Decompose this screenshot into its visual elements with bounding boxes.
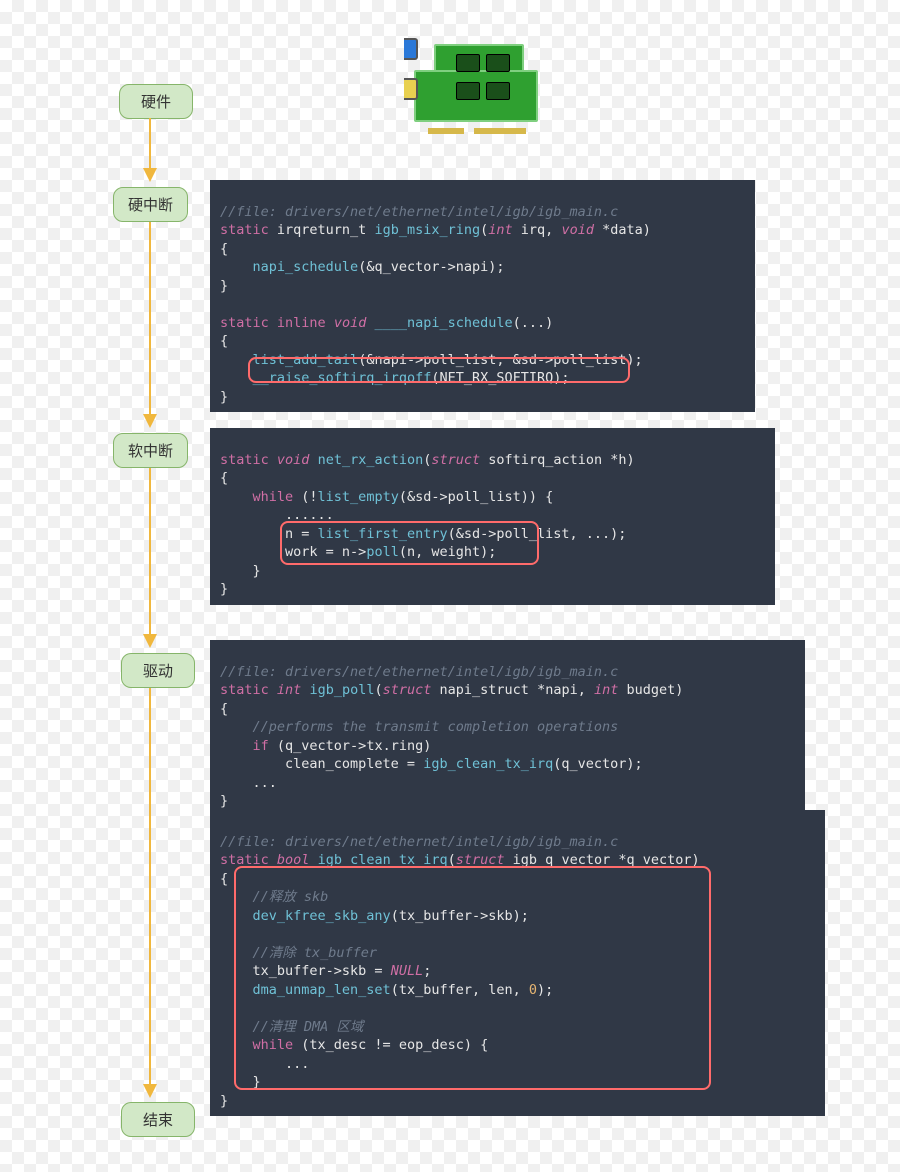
code-igb-msix-ring: //file: drivers/net/ethernet/intel/igb/i… <box>210 180 755 412</box>
flow-arrow <box>149 468 151 634</box>
flow-arrow <box>149 222 151 414</box>
flow-arrow-head-icon <box>143 1084 157 1098</box>
flow-arrow-head-icon <box>143 634 157 648</box>
stage-end: 结束 <box>121 1102 195 1137</box>
code-net-rx-action: static void net_rx_action(struct softirq… <box>210 428 775 605</box>
stage-hardware: 硬件 <box>119 84 193 119</box>
code-igb-poll: //file: drivers/net/ethernet/intel/igb/i… <box>210 640 805 817</box>
flow-arrow-head-icon <box>143 414 157 428</box>
stage-hard-irq: 硬中断 <box>113 187 188 222</box>
hardware-nic-icon <box>408 50 546 128</box>
code-igb-clean-tx-irq: //file: drivers/net/ethernet/intel/igb/i… <box>210 810 825 1116</box>
flow-arrow <box>149 118 151 168</box>
stage-soft-irq: 软中断 <box>113 433 188 468</box>
flow-arrow-head-icon <box>143 168 157 182</box>
flow-arrow <box>149 688 151 1084</box>
stage-driver: 驱动 <box>121 653 195 688</box>
